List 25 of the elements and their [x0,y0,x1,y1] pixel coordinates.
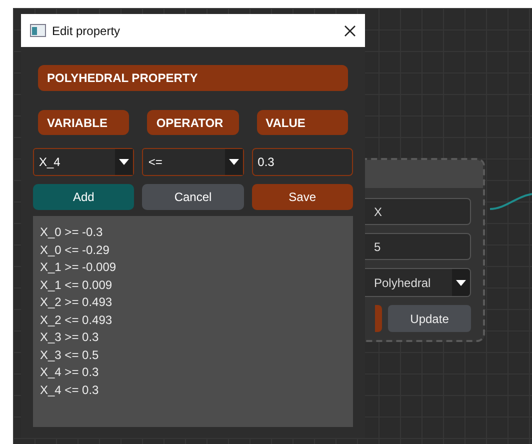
dropdown-caret-icon [456,280,466,286]
section-header: POLYHEDRAL PROPERTY [38,65,348,91]
constraint-item[interactable]: X_3 <= 0.5 [40,346,353,364]
close-icon[interactable] [344,24,356,36]
constraint-item[interactable]: X_2 >= 0.493 [40,294,353,312]
dropdown-caret-icon [228,159,239,165]
save-button[interactable]: Save [252,184,353,210]
column-label: OPERATOR [147,110,239,135]
constraint-item[interactable]: X_4 <= 0.3 [40,382,353,399]
constraint-item[interactable]: X_4 >= 0.3 [40,364,353,382]
add-button[interactable]: Add [33,184,134,210]
cancel-button[interactable]: Cancel [142,184,244,210]
operator-dropdown[interactable]: <= [142,148,244,176]
dropdown-caret-icon [119,159,130,165]
value-field[interactable]: 0.3 [252,148,353,176]
app-icon [30,24,46,37]
window-title: Edit property [52,22,122,40]
constraint-item[interactable]: X_2 <= 0.493 [40,312,353,329]
constraint-item[interactable]: X_3 >= 0.3 [40,329,353,346]
node-button[interactable] [375,305,382,332]
variable-dropdown[interactable]: X_4 [33,148,134,176]
column-label: VARIABLE [38,110,130,135]
column-label: VALUE [256,110,348,135]
update-button[interactable]: Update [388,305,471,332]
connection-curve [490,193,532,211]
